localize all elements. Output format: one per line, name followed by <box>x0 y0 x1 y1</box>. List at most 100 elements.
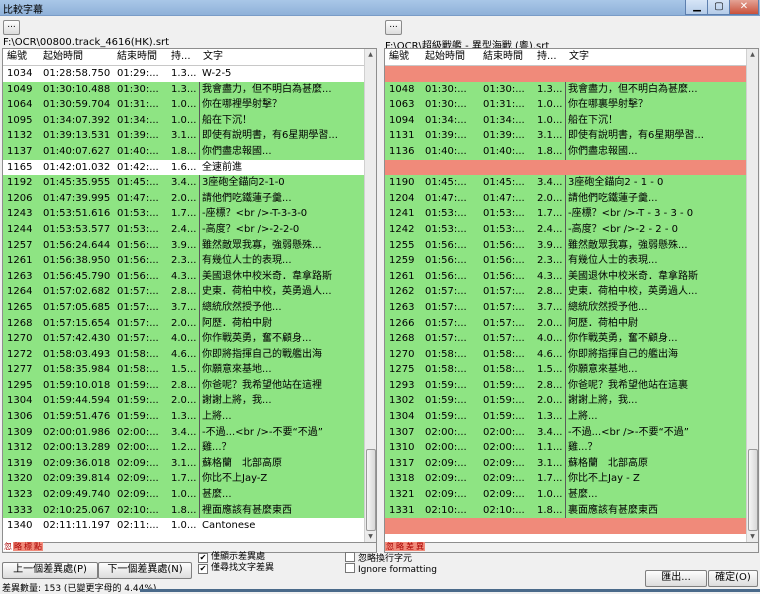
table-row[interactable]: 1165 01:42:01.032 01:42:... 1.6... 全速前進 <box>3 159 376 176</box>
table-row[interactable]: 1243 01:53:51.616 01:53:... 1.7... -座標？<br /… <box>3 206 376 222</box>
table-row[interactable]: 1295 01:59:10.018 01:59:... 2.8... 你爸呢？我希望他站… <box>3 377 376 394</box>
table-row[interactable]: 1132 01:39:13.531 01:39:... 3.1... 即使有說明書，有6… <box>3 128 376 144</box>
table-row[interactable]: 1259 01:56:... 01:56:... 2.3... 有幾位人士的表現... <box>385 253 758 269</box>
column-header-duration[interactable]: 持... <box>533 49 565 65</box>
table-row[interactable]: 1244 01:53:53.577 01:53:... 2.4... -高度？<br /… <box>3 221 376 238</box>
only-text-differences-checkbox[interactable]: ✔ 僅尋找文字差異 <box>198 563 274 574</box>
table-row[interactable]: 1242 01:53:... 01:53:... 2.4... -高度？<br />-2… <box>385 221 758 238</box>
table-row[interactable]: 1241 01:53:... 01:53:... 1.7... -座標？<br />-T… <box>385 206 758 222</box>
table-row[interactable]: 1131 01:39:... 01:39:... 3.1... 即使有說明書，有6星期學… <box>385 128 758 144</box>
column-header-number[interactable]: 編號 <box>3 49 39 65</box>
table-row[interactable]: 1277 01:58:35.984 01:58:... 1.5... 你願意來基地... <box>3 362 376 378</box>
table-row[interactable]: 1262 01:57:... 01:57:... 2.8... 史東．荷柏中校，英勇過人… <box>385 284 758 300</box>
table-row[interactable]: 1323 02:09:49.740 02:09:... 1.0... 甚麼... <box>3 487 376 503</box>
table-row[interactable]: 1319 02:09:36.018 02:09:... 3.1... 蘇格蘭 北部高原 <box>3 455 376 472</box>
table-row[interactable]: 1206 01:47:39.995 01:47:... 2.0... 請他們吃鐵蓮子羹.… <box>3 190 376 207</box>
table-row[interactable]: 1268 01:57:... 01:57:... 4.0... 你作戰英勇，奮不顧身..… <box>385 331 758 347</box>
table-row[interactable]: 1270 01:58:... 01:58:... 4.6... 你即將指揮自己的艦出海 <box>385 346 758 363</box>
table-row[interactable]: 1034 01:28:58.750 01:29:... 1.3... W-2-5 <box>3 66 376 82</box>
maximize-button[interactable]: ▢ <box>707 0 731 15</box>
left-vertical-scrollbar[interactable]: ▲ ▼ <box>364 49 376 542</box>
column-header-text[interactable]: 文字 <box>565 49 735 65</box>
table-row[interactable]: 1261 01:56:38.950 01:56:... 2.3... 有幾位人士的表現.… <box>3 253 376 269</box>
ok-button[interactable]: 確定(O) <box>708 570 758 587</box>
table-row[interactable]: 1266 01:57:... 01:57:... 2.0... 阿歷．荷柏中尉 <box>385 315 758 332</box>
table-row[interactable]: 1272 01:58:03.493 01:58:... 4.6... 你即將指揮自己的戰… <box>3 346 376 363</box>
table-row[interactable]: 1331 02:10:... 02:10:... 1.8... 裏面應該有甚麼東西 <box>385 502 758 519</box>
table-row[interactable]: 1340 02:11:11.197 02:11:... 1.0... Cantonese <box>3 518 376 534</box>
checkbox-box[interactable] <box>345 563 355 573</box>
table-row[interactable]: 1275 01:58:... 01:58:... 1.5... 你願意來基地... <box>385 362 758 378</box>
scroll-up-icon[interactable]: ▲ <box>747 49 758 60</box>
scroll-down-icon[interactable]: ▼ <box>747 531 758 542</box>
table-row[interactable]: 1137 01:40:07.627 01:40:... 1.8... 你們盡忠報國... <box>3 143 376 160</box>
right-browse-button[interactable]: ... <box>385 20 402 35</box>
column-header-end[interactable]: 結束時間 <box>113 49 167 65</box>
column-header-end[interactable]: 結束時間 <box>479 49 533 65</box>
right-scroll-thumb[interactable] <box>748 449 758 531</box>
table-row[interactable]: 1304 01:59:44.594 01:59:... 2.0... 謝謝上將，我... <box>3 393 376 410</box>
table-row[interactable]: 1309 02:00:01.986 02:00:... 3.4... -不過...<br… <box>3 424 376 441</box>
table-row[interactable]: 1321 02:09:... 02:09:... 1.0... 甚麼... <box>385 487 758 503</box>
left-subtitle-grid[interactable]: 編號 起始時間 結束時間 持... 文字 1034 01:28:58.750 01:29:.… <box>2 48 377 543</box>
table-row[interactable]: 1263 01:57:... 01:57:... 3.7... 總統欣然授予他... <box>385 299 758 316</box>
table-row[interactable]: 1064 01:30:59.704 01:31:... 1.0... 你在哪裡學射擊？ <box>3 97 376 113</box>
scroll-down-icon[interactable]: ▼ <box>365 531 376 542</box>
table-row[interactable]: 1320 02:09:39.814 02:09:... 1.7... 你比不上Jay-Z <box>3 471 376 488</box>
column-header-number[interactable]: 編號 <box>385 49 421 65</box>
column-header-start[interactable]: 起始時間 <box>39 49 113 65</box>
checkbox-box[interactable] <box>345 552 355 562</box>
table-row[interactable] <box>385 159 758 176</box>
table-row[interactable]: 1063 01:30:... 01:31:... 1.0... 你在哪裏學射擊？ <box>385 97 758 113</box>
table-row[interactable]: 1048 01:30:... 01:30:... 1.3... 我會盡力，但不明白為甚麼… <box>385 81 758 98</box>
table-row[interactable]: 1310 02:00:... 02:00:... 1.1... 雞...？ <box>385 440 758 456</box>
next-difference-button[interactable]: 下一個差異處(N) <box>98 562 192 579</box>
column-header-text[interactable]: 文字 <box>199 49 369 65</box>
column-header-start[interactable]: 起始時間 <box>421 49 479 65</box>
table-row[interactable] <box>385 518 758 534</box>
close-button[interactable]: ✕ <box>729 0 759 15</box>
table-row[interactable]: 1307 02:00:... 02:00:... 3.4... -不過...<br />… <box>385 424 758 441</box>
ignore-formatting-checkbox[interactable]: Ignore formatting <box>345 563 437 575</box>
table-row[interactable]: 1318 02:09:... 02:09:... 1.7... 你比不上Jay - Z <box>385 471 758 488</box>
minimize-button[interactable]: ▁ <box>685 0 709 15</box>
table-row[interactable]: 1257 01:56:24.644 01:56:... 3.9... 雖然敵眾我寡，強弱… <box>3 237 376 254</box>
cell-text: -座標？<br />-T-3-3-0 <box>199 206 369 222</box>
table-row[interactable]: 1192 01:45:35.955 01:45:... 3.4... 3座砲全錨向2-1… <box>3 175 376 191</box>
export-button[interactable]: 匯出... <box>645 570 707 587</box>
cell-text: 我會盡力，但不明白為甚麼... <box>565 81 735 98</box>
right-vertical-scrollbar[interactable]: ▲ ▼ <box>746 49 758 542</box>
left-scroll-thumb[interactable] <box>366 449 376 531</box>
table-row[interactable]: 1263 01:56:45.790 01:56:... 4.3... 美國退休中校米奇．… <box>3 268 376 285</box>
left-browse-button[interactable]: ... <box>3 20 20 35</box>
table-row[interactable]: 1255 01:56:... 01:56:... 3.9... 雖然敵眾我寡，強弱懸殊.… <box>385 237 758 254</box>
table-row[interactable]: 1306 01:59:51.476 01:59:... 1.3... 上將... <box>3 409 376 425</box>
table-row[interactable]: 1293 01:59:... 01:59:... 2.8... 你爸呢？我希望他站在這裏 <box>385 377 758 394</box>
only-differences-checkbox[interactable]: ✔ 僅顯示差異處 <box>198 552 265 563</box>
table-row[interactable]: 1265 01:57:05.685 01:57:... 3.7... 總統欣然授予他..… <box>3 299 376 316</box>
table-row[interactable] <box>385 66 758 82</box>
legend-char: 略 <box>395 542 405 551</box>
table-row[interactable]: 1049 01:30:10.488 01:30:... 1.3... 我會盡力，但不明白… <box>3 81 376 98</box>
table-row[interactable]: 1261 01:56:... 01:56:... 4.3... 美國退休中校米奇．韋拿路… <box>385 268 758 285</box>
right-subtitle-grid[interactable]: 編號 起始時間 結束時間 持... 文字 1048 01:30:... 01:30:... 1… <box>384 48 759 543</box>
scroll-up-icon[interactable]: ▲ <box>365 49 376 60</box>
table-row[interactable]: 1270 01:57:42.430 01:57:... 4.0... 你作戰英勇，奮不顧… <box>3 331 376 347</box>
table-row[interactable]: 1304 01:59:... 01:59:... 1.3... 上將... <box>385 409 758 425</box>
checkbox-box[interactable]: ✔ <box>198 564 208 574</box>
table-row[interactable]: 1136 01:40:... 01:40:... 1.8... 你們盡忠報國... <box>385 143 758 160</box>
table-row[interactable]: 1317 02:09:... 02:09:... 3.1... 蘇格蘭 北部高原 <box>385 455 758 472</box>
table-row[interactable]: 1302 01:59:... 01:59:... 2.0... 謝謝上將，我... <box>385 393 758 410</box>
table-row[interactable]: 1094 01:34:... 01:34:... 1.0... 船在下沉！ <box>385 112 758 129</box>
table-row[interactable]: 1190 01:45:... 01:45:... 3.4... 3座砲全錨向2 - 1 … <box>385 175 758 191</box>
checkbox-box[interactable]: ✔ <box>198 553 208 563</box>
table-row[interactable]: 1333 02:10:25.067 02:10:... 1.8... 裡面應該有甚麼東西 <box>3 502 376 519</box>
table-row[interactable]: 1312 02:00:13.289 02:00:... 1.2... 雞...？ <box>3 440 376 456</box>
table-row[interactable]: 1268 01:57:15.654 01:57:... 2.0... 阿歷．荷柏中尉 <box>3 315 376 332</box>
previous-difference-button[interactable]: 上一個差異處(P) <box>2 562 98 579</box>
table-row[interactable]: 1204 01:47:... 01:47:... 2.0... 請他們吃鐵蓮子羹... <box>385 190 758 207</box>
table-row[interactable]: 1264 01:57:02.682 01:57:... 2.8... 史東．荷柏中校，英… <box>3 284 376 300</box>
table-row[interactable]: 1095 01:34:07.392 01:34:... 1.0... 船在下沉！ <box>3 112 376 129</box>
column-header-duration[interactable]: 持... <box>167 49 199 65</box>
cell-text: 請他們吃鐵蓮子羹... <box>565 190 735 207</box>
